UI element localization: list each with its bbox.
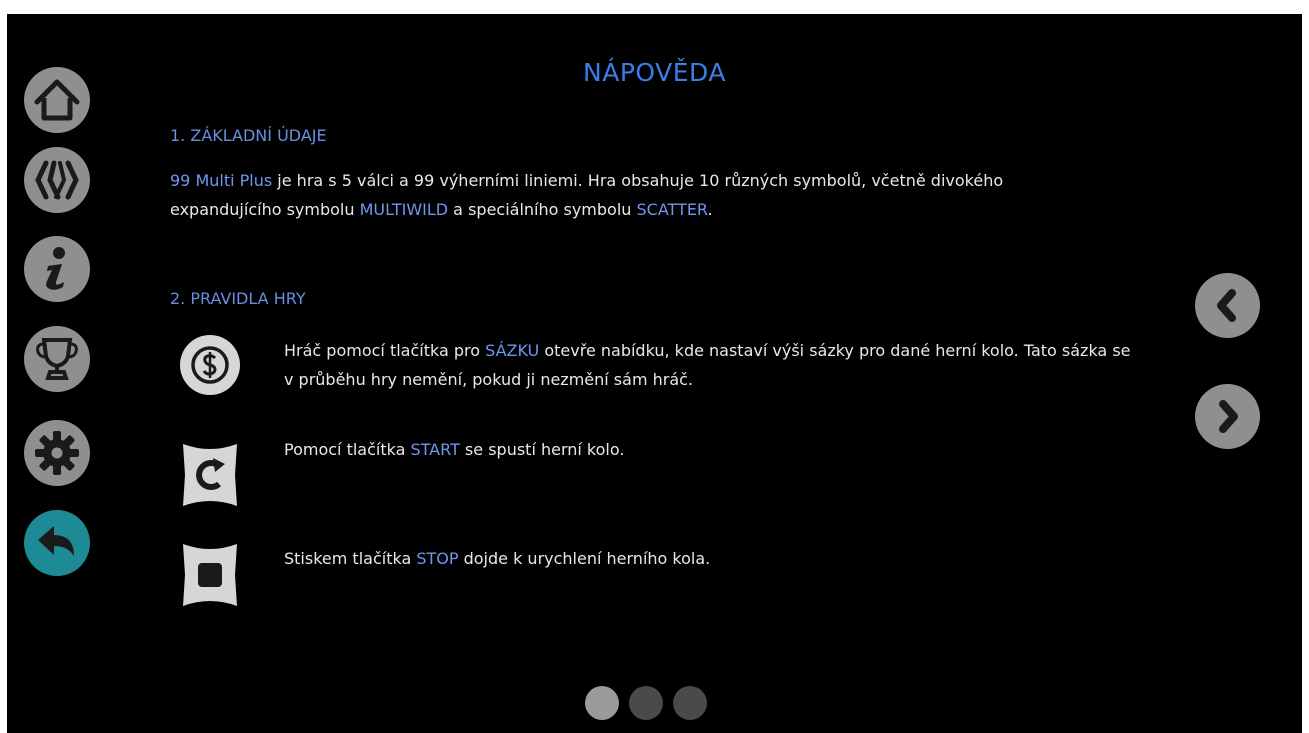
basic-info-line-2: expandujícího symbolu MULTIWILD a speciá…	[170, 195, 1170, 224]
text-segment: Pomocí tlačítka	[284, 440, 411, 459]
trophy-button[interactable]	[24, 326, 90, 392]
highlighted-term: STOP	[416, 549, 459, 568]
paytable-button[interactable]	[24, 147, 90, 213]
highlighted-term: START	[410, 440, 460, 459]
stop-rule-text: Stiskem tlačítka STOP dojde k urychlení …	[284, 544, 984, 573]
page-dot-2[interactable]	[629, 686, 663, 720]
highlighted-term: MULTIWILD	[359, 200, 449, 219]
back-icon	[38, 526, 74, 556]
trophy-icon	[36, 338, 78, 380]
text-segment: a speciálního symbolu	[448, 200, 637, 219]
info-button[interactable]	[24, 236, 90, 302]
text-segment: dojde k urychlení herního kola.	[458, 549, 711, 568]
highlighted-term: SÁZKU	[485, 341, 540, 360]
text-segment: Hráč pomocí tlačítka pro	[284, 341, 486, 360]
paytable-icon	[35, 160, 79, 200]
text-segment: expandujícího symbolu	[170, 200, 360, 219]
basic-info-text: 99 Multi Plus je hra s 5 válci a 99 výhe…	[170, 166, 1170, 224]
bet-coin-icon	[180, 335, 240, 395]
start-rule-text: Pomocí tlačítka START se spustí herní ko…	[284, 435, 984, 464]
previous-page-button[interactable]	[1195, 273, 1260, 338]
chevron-right-icon	[1219, 400, 1238, 433]
section-heading-game-rules: 2. PRAVIDLA HRY	[170, 289, 306, 308]
page-dot-1[interactable]	[585, 686, 619, 720]
settings-button[interactable]	[24, 420, 90, 486]
next-page-button[interactable]	[1195, 384, 1260, 449]
basic-info-line-1: 99 Multi Plus je hra s 5 válci a 99 výhe…	[170, 166, 1170, 195]
highlighted-term: 99 Multi Plus	[170, 171, 273, 190]
settings-icon	[35, 431, 79, 475]
text-segment: .	[707, 200, 713, 219]
section-heading-basic-info: 1. ZÁKLADNÍ ÚDAJE	[170, 126, 327, 145]
back-button[interactable]	[24, 510, 90, 576]
bet-rule-text: Hráč pomocí tlačítka pro SÁZKU otevře na…	[284, 336, 1184, 394]
page-title: NÁPOVĚDA	[583, 58, 726, 87]
bet-rule-line-1: Hráč pomocí tlačítka pro SÁZKU otevře na…	[284, 336, 1184, 365]
text-segment: se spustí herní kolo.	[459, 440, 625, 459]
info-icon	[46, 247, 65, 290]
text-segment: Stiskem tlačítka	[284, 549, 417, 568]
bet-rule-line-2: v průběhu hry nemění, pokud ji nezmění s…	[284, 365, 1184, 394]
chevron-left-icon	[1217, 289, 1236, 322]
highlighted-term: SCATTER	[636, 200, 708, 219]
stop-icon	[183, 544, 237, 606]
start-spin-icon	[183, 444, 237, 506]
text-segment: je hra s 5 válci a 99 výherními liniemi.…	[272, 171, 1004, 190]
help-screen: NÁPOVĚDA 1. ZÁKLADNÍ ÚDAJE 99 Multi Plus…	[7, 14, 1302, 733]
text-segment: otevře nabídku, kde nastaví výši sázky p…	[539, 341, 1131, 360]
text-segment: v průběhu hry nemění, pokud ji nezmění s…	[284, 370, 694, 389]
page-dot-3[interactable]	[673, 686, 707, 720]
